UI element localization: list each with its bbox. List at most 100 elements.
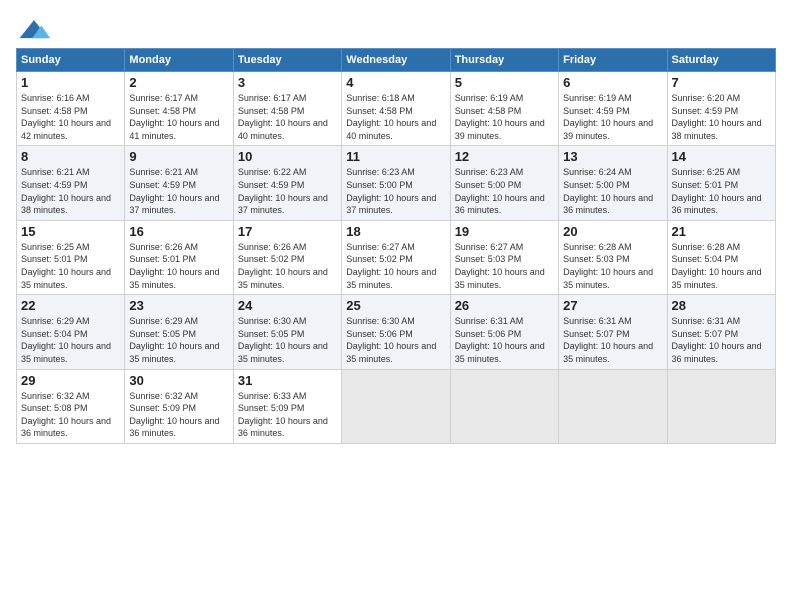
day-number: 3 (238, 75, 337, 90)
day-info: Sunrise: 6:19 AMSunset: 4:59 PMDaylight:… (563, 92, 662, 142)
day-info: Sunrise: 6:22 AMSunset: 4:59 PMDaylight:… (238, 166, 337, 216)
day-number: 23 (129, 298, 228, 313)
day-info: Sunrise: 6:16 AMSunset: 4:58 PMDaylight:… (21, 92, 120, 142)
logo (16, 16, 56, 44)
calendar-cell: 10 Sunrise: 6:22 AMSunset: 4:59 PMDayligh… (233, 146, 341, 220)
day-info: Sunrise: 6:29 AMSunset: 5:05 PMDaylight:… (129, 315, 228, 365)
calendar-cell: 26 Sunrise: 6:31 AMSunset: 5:06 PMDayligh… (450, 295, 558, 369)
day-number: 28 (672, 298, 771, 313)
day-number: 4 (346, 75, 445, 90)
weekday-header-wednesday: Wednesday (342, 49, 450, 72)
calendar-cell: 15Sunrise: 6:25 AMSunset: 5:01 PMDayligh… (17, 220, 125, 294)
day-number: 11 (346, 149, 445, 164)
day-info: Sunrise: 6:27 AMSunset: 5:03 PMDaylight:… (455, 241, 554, 291)
weekday-header-monday: Monday (125, 49, 233, 72)
calendar-header-row: SundayMondayTuesdayWednesdayThursdayFrid… (17, 49, 776, 72)
day-number: 17 (238, 224, 337, 239)
day-number: 15 (21, 224, 120, 239)
day-info: Sunrise: 6:33 AMSunset: 5:09 PMDaylight:… (238, 390, 337, 440)
day-number: 31 (238, 373, 337, 388)
calendar-cell: 28 Sunrise: 6:31 AMSunset: 5:07 PMDayligh… (667, 295, 775, 369)
calendar-cell: 12 Sunrise: 6:23 AMSunset: 5:00 PMDayligh… (450, 146, 558, 220)
calendar-body: 1 Sunrise: 6:16 AMSunset: 4:58 PMDaylight… (17, 72, 776, 444)
day-number: 18 (346, 224, 445, 239)
calendar-cell (667, 369, 775, 443)
day-number: 25 (346, 298, 445, 313)
calendar-cell: 20 Sunrise: 6:28 AMSunset: 5:03 PMDayligh… (559, 220, 667, 294)
day-info: Sunrise: 6:32 AMSunset: 5:08 PMDaylight:… (21, 390, 120, 440)
calendar-cell (342, 369, 450, 443)
day-number: 10 (238, 149, 337, 164)
day-info: Sunrise: 6:23 AMSunset: 5:00 PMDaylight:… (455, 166, 554, 216)
calendar-cell: 29 Sunrise: 6:32 AMSunset: 5:08 PMDayligh… (17, 369, 125, 443)
calendar-cell: 23 Sunrise: 6:29 AMSunset: 5:05 PMDayligh… (125, 295, 233, 369)
day-number: 19 (455, 224, 554, 239)
day-info: Sunrise: 6:26 AMSunset: 5:01 PMDaylight:… (129, 241, 228, 291)
day-number: 6 (563, 75, 662, 90)
calendar-cell: 19 Sunrise: 6:27 AMSunset: 5:03 PMDayligh… (450, 220, 558, 294)
calendar-cell: 14 Sunrise: 6:25 AMSunset: 5:01 PMDayligh… (667, 146, 775, 220)
calendar-cell: 11 Sunrise: 6:23 AMSunset: 5:00 PMDayligh… (342, 146, 450, 220)
calendar-cell: 2 Sunrise: 6:17 AMSunset: 4:58 PMDaylight… (125, 72, 233, 146)
weekday-header-sunday: Sunday (17, 49, 125, 72)
day-number: 13 (563, 149, 662, 164)
day-info: Sunrise: 6:30 AMSunset: 5:05 PMDaylight:… (238, 315, 337, 365)
weekday-header-thursday: Thursday (450, 49, 558, 72)
calendar-cell: 7Sunrise: 6:20 AMSunset: 4:59 PMDaylight… (667, 72, 775, 146)
day-number: 12 (455, 149, 554, 164)
calendar-cell: 1 Sunrise: 6:16 AMSunset: 4:58 PMDaylight… (17, 72, 125, 146)
day-info: Sunrise: 6:24 AMSunset: 5:00 PMDaylight:… (563, 166, 662, 216)
day-info: Sunrise: 6:31 AMSunset: 5:06 PMDaylight:… (455, 315, 554, 365)
day-number: 26 (455, 298, 554, 313)
calendar-cell: 16 Sunrise: 6:26 AMSunset: 5:01 PMDayligh… (125, 220, 233, 294)
day-number: 22 (21, 298, 120, 313)
calendar-table: SundayMondayTuesdayWednesdayThursdayFrid… (16, 48, 776, 444)
day-info: Sunrise: 6:28 AMSunset: 5:03 PMDaylight:… (563, 241, 662, 291)
day-number: 20 (563, 224, 662, 239)
day-number: 1 (21, 75, 120, 90)
calendar-cell (450, 369, 558, 443)
calendar-cell: 22 Sunrise: 6:29 AMSunset: 5:04 PMDayligh… (17, 295, 125, 369)
day-number: 8 (21, 149, 120, 164)
calendar-cell: 4Sunrise: 6:18 AMSunset: 4:58 PMDaylight… (342, 72, 450, 146)
day-info: Sunrise: 6:23 AMSunset: 5:00 PMDaylight:… (346, 166, 445, 216)
day-info: Sunrise: 6:19 AMSunset: 4:58 PMDaylight:… (455, 92, 554, 142)
calendar-cell: 13 Sunrise: 6:24 AMSunset: 5:00 PMDayligh… (559, 146, 667, 220)
day-number: 14 (672, 149, 771, 164)
day-number: 9 (129, 149, 228, 164)
calendar-week-1: 1 Sunrise: 6:16 AMSunset: 4:58 PMDaylight… (17, 72, 776, 146)
calendar-cell: 3Sunrise: 6:17 AMSunset: 4:58 PMDaylight… (233, 72, 341, 146)
day-number: 27 (563, 298, 662, 313)
day-number: 29 (21, 373, 120, 388)
calendar-cell: 24 Sunrise: 6:30 AMSunset: 5:05 PMDayligh… (233, 295, 341, 369)
day-info: Sunrise: 6:29 AMSunset: 5:04 PMDaylight:… (21, 315, 120, 365)
day-number: 16 (129, 224, 228, 239)
day-info: Sunrise: 6:31 AMSunset: 5:07 PMDaylight:… (672, 315, 771, 365)
day-info: Sunrise: 6:30 AMSunset: 5:06 PMDaylight:… (346, 315, 445, 365)
day-number: 2 (129, 75, 228, 90)
day-number: 30 (129, 373, 228, 388)
calendar-cell: 17 Sunrise: 6:26 AMSunset: 5:02 PMDayligh… (233, 220, 341, 294)
day-number: 24 (238, 298, 337, 313)
logo-icon (16, 16, 52, 44)
calendar-cell: 9Sunrise: 6:21 AMSunset: 4:59 PMDaylight… (125, 146, 233, 220)
calendar-cell: 27 Sunrise: 6:31 AMSunset: 5:07 PMDayligh… (559, 295, 667, 369)
calendar-cell (559, 369, 667, 443)
page-header (16, 16, 776, 44)
day-number: 5 (455, 75, 554, 90)
day-info: Sunrise: 6:25 AMSunset: 5:01 PMDaylight:… (672, 166, 771, 216)
weekday-header-saturday: Saturday (667, 49, 775, 72)
day-info: Sunrise: 6:26 AMSunset: 5:02 PMDaylight:… (238, 241, 337, 291)
day-number: 21 (672, 224, 771, 239)
calendar-cell: 25 Sunrise: 6:30 AMSunset: 5:06 PMDayligh… (342, 295, 450, 369)
day-info: Sunrise: 6:21 AMSunset: 4:59 PMDaylight:… (21, 166, 120, 216)
day-info: Sunrise: 6:31 AMSunset: 5:07 PMDaylight:… (563, 315, 662, 365)
calendar-cell: 5 Sunrise: 6:19 AMSunset: 4:58 PMDaylight… (450, 72, 558, 146)
day-info: Sunrise: 6:32 AMSunset: 5:09 PMDaylight:… (129, 390, 228, 440)
calendar-week-3: 15Sunrise: 6:25 AMSunset: 5:01 PMDayligh… (17, 220, 776, 294)
calendar-week-4: 22 Sunrise: 6:29 AMSunset: 5:04 PMDayligh… (17, 295, 776, 369)
day-info: Sunrise: 6:17 AMSunset: 4:58 PMDaylight:… (129, 92, 228, 142)
weekday-header-tuesday: Tuesday (233, 49, 341, 72)
calendar-cell: 21 Sunrise: 6:28 AMSunset: 5:04 PMDayligh… (667, 220, 775, 294)
day-info: Sunrise: 6:28 AMSunset: 5:04 PMDaylight:… (672, 241, 771, 291)
